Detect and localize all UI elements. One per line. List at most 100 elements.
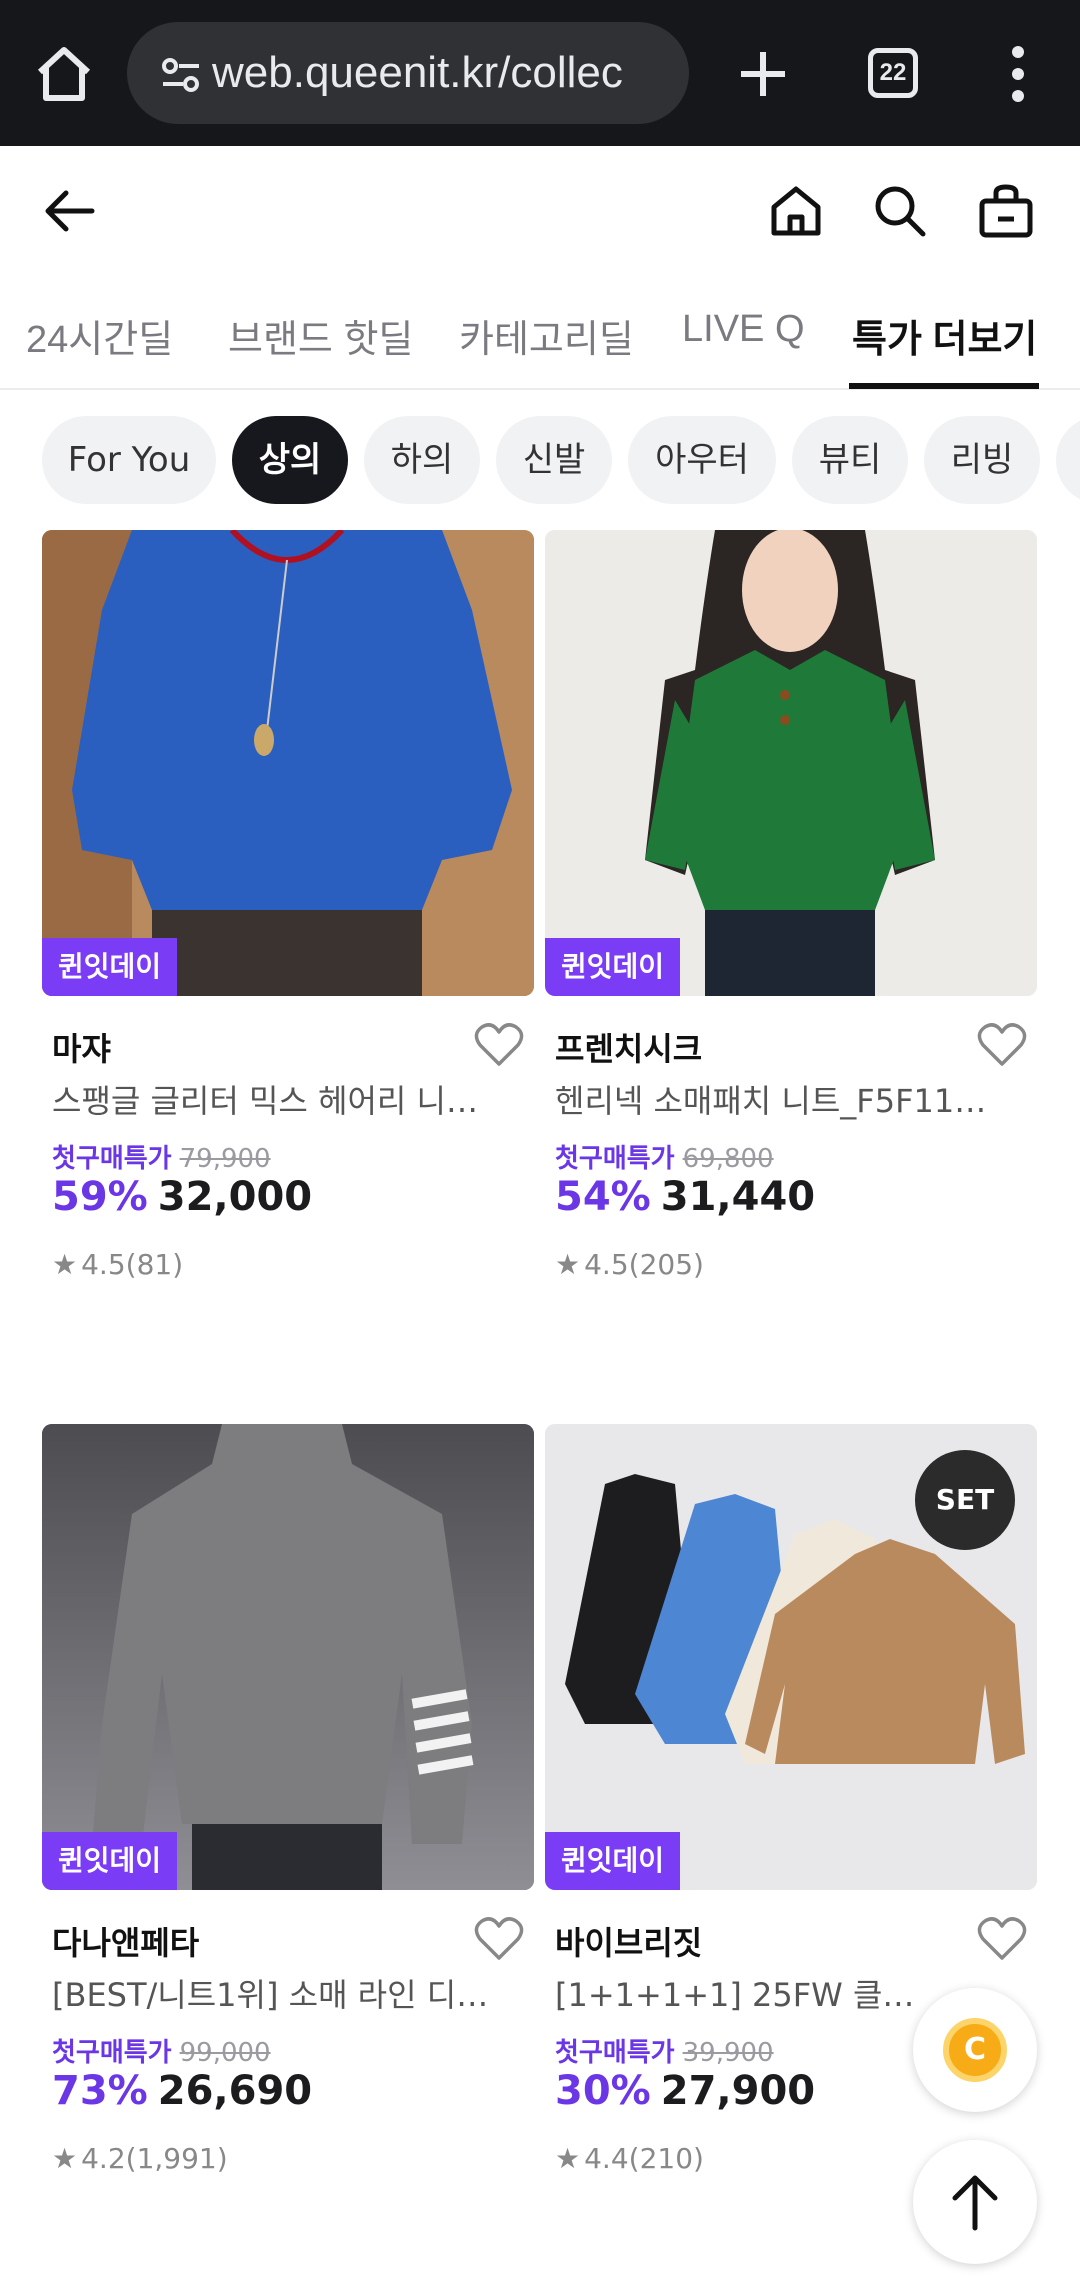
set-badge: SET — [915, 1450, 1015, 1550]
discount-rate: 73% — [52, 2068, 148, 2114]
coin-reward-button[interactable]: C — [913, 1988, 1037, 2112]
search-icon[interactable] — [870, 181, 930, 241]
chip-for-you[interactable]: For You — [42, 416, 216, 504]
promo-row: 첫구매특가 99,000 — [52, 2032, 271, 2069]
product-name[interactable]: 헨리넥 소매패치 니트_F5F114KN — [555, 1076, 1005, 1122]
chip-bottoms[interactable]: 하의 — [364, 416, 480, 504]
rating: ★ 4.5(205) — [555, 1248, 704, 1281]
promo-label: 첫구매특가 — [555, 1144, 675, 1174]
discount-rate: 30% — [555, 2068, 651, 2114]
arrow-up-icon — [952, 2175, 998, 2231]
product-name[interactable]: [BEST/니트1위] 소매 라인 디테... — [52, 1970, 502, 2016]
active-tab-indicator — [849, 383, 1039, 389]
address-bar[interactable]: web.queenit.kr/collec — [127, 22, 689, 124]
tab-category-deal[interactable]: 카테고리딜 — [459, 308, 634, 363]
sale-price: 27,900 — [660, 2068, 816, 2114]
review-count: (1,991) — [125, 2142, 228, 2175]
heart-icon[interactable] — [977, 1022, 1027, 1068]
review-count: (210) — [628, 2142, 704, 2175]
filter-chips: For You 상의 하의 신발 아우터 뷰티 리빙 — [0, 412, 1080, 508]
promo-label: 첫구매특가 — [555, 2038, 675, 2068]
star-icon: ★ — [555, 2142, 581, 2175]
product-name[interactable]: [1+1+1+1] 25FW 클라우드 — [555, 1970, 935, 2016]
brand-name: 프렌치시크 — [555, 1030, 703, 1068]
brand-name: 바이브리짓 — [555, 1924, 703, 1962]
chip-next-partial[interactable] — [1056, 416, 1080, 504]
rating: ★ 4.5(81) — [52, 1248, 183, 1281]
star-icon: ★ — [52, 2142, 78, 2175]
product-image[interactable]: SET 퀸잇데이 — [545, 1424, 1037, 1890]
review-count: (81) — [125, 1248, 184, 1281]
home-icon[interactable] — [766, 181, 826, 241]
rating: ★ 4.2(1,991) — [52, 2142, 228, 2175]
original-price: 69,800 — [682, 1144, 774, 1174]
product-image[interactable]: 퀸잇데이 — [545, 530, 1037, 996]
promo-label: 첫구매특가 — [52, 1144, 172, 1174]
price-row: 73% 26,690 — [52, 2068, 312, 2114]
product-name[interactable]: 스팽글 글리터 믹스 헤어리 니트 ... — [52, 1076, 502, 1122]
tab-live-q[interactable]: LIVE Q — [682, 308, 805, 351]
product-photo-illustration — [42, 1424, 534, 1890]
original-price: 39,900 — [682, 2038, 774, 2068]
rating-value: 4.2 — [81, 2142, 126, 2175]
browser-toolbar: web.queenit.kr/collec 22 — [0, 0, 1080, 146]
back-arrow-icon[interactable] — [40, 181, 100, 241]
url-text[interactable]: web.queenit.kr/collec — [212, 48, 682, 98]
product-card[interactable]: 퀸잇데이 마쟈 스팽글 글리터 믹스 헤어리 니트 ... 첫구매특가 79,90… — [42, 530, 534, 1310]
heart-icon[interactable] — [474, 1022, 524, 1068]
rating-value: 4.5 — [584, 1248, 629, 1281]
sale-price: 26,690 — [157, 2068, 313, 2114]
product-photo-illustration — [545, 530, 1037, 996]
original-price: 79,900 — [179, 1144, 271, 1174]
promo-row: 첫구매특가 69,800 — [555, 1138, 774, 1175]
tab-special-more[interactable]: 특가 더보기 — [852, 308, 1037, 363]
queenit-day-badge: 퀸잇데이 — [545, 938, 681, 996]
star-icon: ★ — [555, 1248, 581, 1281]
price-row: 54% 31,440 — [555, 1174, 815, 1220]
product-image[interactable]: 퀸잇데이 — [42, 1424, 534, 1890]
queenit-day-badge: 퀸잇데이 — [42, 1832, 178, 1890]
tab-24h-deal[interactable]: 24시간딜 — [26, 308, 173, 363]
tab-brand-hot-deal[interactable]: 브랜드 핫딜 — [228, 308, 413, 363]
original-price: 99,000 — [179, 2038, 271, 2068]
promo-row: 첫구매특가 39,900 — [555, 2032, 774, 2069]
price-row: 30% 27,900 — [555, 2068, 815, 2114]
shopping-bag-icon[interactable] — [976, 181, 1036, 241]
queenit-day-badge: 퀸잇데이 — [42, 938, 178, 996]
site-settings-icon[interactable] — [161, 55, 201, 95]
discount-rate: 59% — [52, 1174, 148, 1220]
scroll-to-top-button[interactable] — [913, 2140, 1037, 2264]
tab-switcher-button[interactable]: 22 — [868, 48, 918, 98]
discount-rate: 54% — [555, 1174, 651, 1220]
brand-name: 마쟈 — [52, 1030, 111, 1068]
heart-icon[interactable] — [977, 1916, 1027, 1962]
category-tabs: 24시간딜 브랜드 핫딜 카테고리딜 LIVE Q 특가 더보기 — [0, 290, 1080, 390]
app-header — [0, 146, 1080, 276]
more-menu-icon[interactable] — [1000, 42, 1036, 106]
chip-tops[interactable]: 상의 — [232, 416, 348, 504]
chip-beauty[interactable]: 뷰티 — [792, 416, 908, 504]
sale-price: 32,000 — [157, 1174, 313, 1220]
coin-icon: C — [943, 2018, 1007, 2082]
promo-label: 첫구매특가 — [52, 2038, 172, 2068]
rating-value: 4.5 — [81, 1248, 126, 1281]
brand-name: 다나앤페타 — [52, 1924, 200, 1962]
price-row: 59% 32,000 — [52, 1174, 312, 1220]
product-image[interactable]: 퀸잇데이 — [42, 530, 534, 996]
star-icon: ★ — [52, 1248, 78, 1281]
promo-row: 첫구매특가 79,900 — [52, 1138, 271, 1175]
product-card[interactable]: 퀸잇데이 프렌치시크 헨리넥 소매패치 니트_F5F114KN 첫구매특가 69,… — [545, 530, 1037, 1310]
sale-price: 31,440 — [660, 1174, 816, 1220]
product-photo-illustration — [42, 530, 534, 996]
queenit-day-badge: 퀸잇데이 — [545, 1832, 681, 1890]
rating-value: 4.4 — [584, 2142, 629, 2175]
chip-outer[interactable]: 아우터 — [628, 416, 776, 504]
product-card[interactable]: 퀸잇데이 다나앤페타 [BEST/니트1위] 소매 라인 디테... 첫구매특가… — [42, 1424, 534, 2204]
new-tab-icon[interactable] — [735, 46, 791, 102]
chip-living[interactable]: 리빙 — [924, 416, 1040, 504]
chip-shoes[interactable]: 신발 — [496, 416, 612, 504]
review-count: (205) — [628, 1248, 704, 1281]
browser-home-icon[interactable] — [30, 40, 98, 108]
rating: ★ 4.4(210) — [555, 2142, 704, 2175]
heart-icon[interactable] — [474, 1916, 524, 1962]
